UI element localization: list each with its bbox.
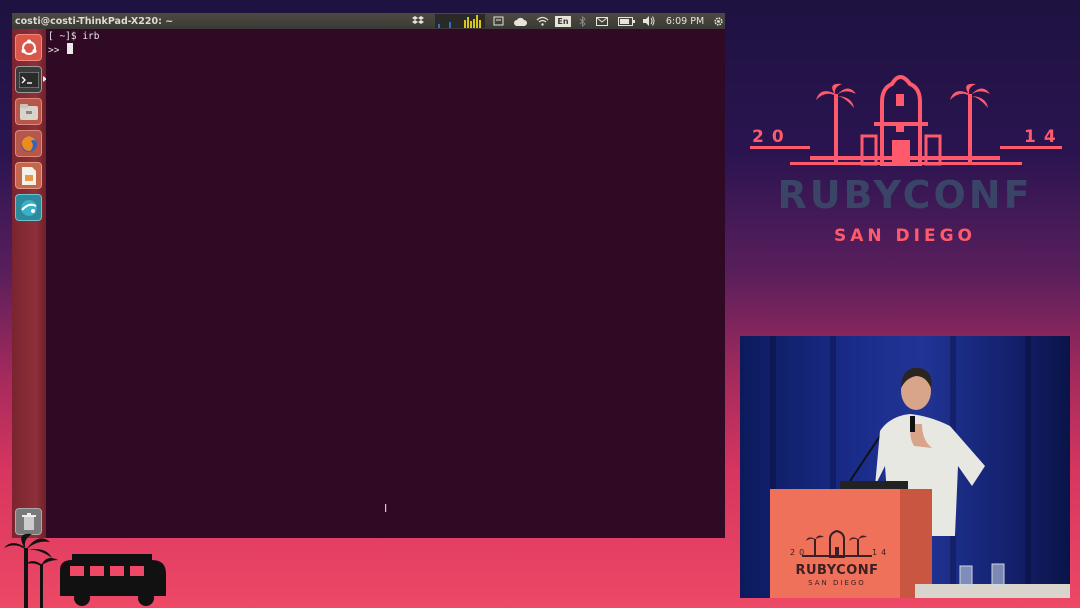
window-title: costi@costi-ThinkPad-X220: ~ xyxy=(15,15,174,27)
clock[interactable]: 6:09 PM xyxy=(659,13,711,29)
unity-launcher xyxy=(12,29,47,538)
water-glasses xyxy=(959,563,1005,587)
battery-icon[interactable] xyxy=(613,13,639,29)
podium-conference-name: RUBYCONF xyxy=(795,563,879,578)
dropbox-icon[interactable] xyxy=(404,13,432,29)
top-panel: costi@costi-ThinkPad-X220: ~ En 6:09 PM xyxy=(12,13,725,29)
cloud-icon[interactable] xyxy=(509,13,531,29)
terminal-window[interactable]: [ ~]$ irb >> xyxy=(46,29,725,538)
notes-icon[interactable] xyxy=(487,13,509,29)
language-label: En xyxy=(555,15,571,27)
network-app-icon[interactable] xyxy=(15,194,42,221)
gear-icon[interactable] xyxy=(711,13,725,29)
keyboard-language-indicator[interactable]: En xyxy=(553,13,573,29)
firefox-icon[interactable] xyxy=(15,130,42,157)
year-right: 14 xyxy=(1024,127,1064,147)
bluetooth-icon[interactable] xyxy=(573,13,591,29)
podium-logo xyxy=(802,529,872,558)
wifi-icon[interactable] xyxy=(531,13,553,29)
podium-year-right: 14 xyxy=(872,548,891,557)
text-cursor xyxy=(67,43,74,54)
conference-city: SAN DIEGO xyxy=(833,226,976,246)
libreoffice-impress-icon[interactable] xyxy=(15,162,42,189)
ibeam-cursor-icon: I xyxy=(384,502,388,515)
palm-and-bus-icon xyxy=(4,533,166,608)
terminal-prompt-line[interactable]: >> xyxy=(48,43,725,56)
podium-conference-city: SAN DIEGO xyxy=(808,579,866,587)
volume-icon[interactable] xyxy=(639,13,659,29)
speaker-video: 20 14 RUBYCONF SAN DIEGO xyxy=(740,336,1070,598)
terminal-line: [ ~]$ irb xyxy=(48,31,100,42)
year-left: 20 xyxy=(752,127,792,147)
files-icon[interactable] xyxy=(15,98,42,125)
indicator-area: En 6:09 PM xyxy=(404,13,725,29)
irb-prompt: >> xyxy=(48,45,66,56)
podium-year-left: 20 xyxy=(790,548,809,557)
terminal-icon[interactable] xyxy=(15,66,42,93)
mail-icon[interactable] xyxy=(591,13,613,29)
conference-name: RUBYCONF xyxy=(777,173,1033,217)
dash-icon[interactable] xyxy=(15,34,42,61)
podium-side xyxy=(900,489,932,598)
system-load-indicator[interactable] xyxy=(432,13,487,29)
